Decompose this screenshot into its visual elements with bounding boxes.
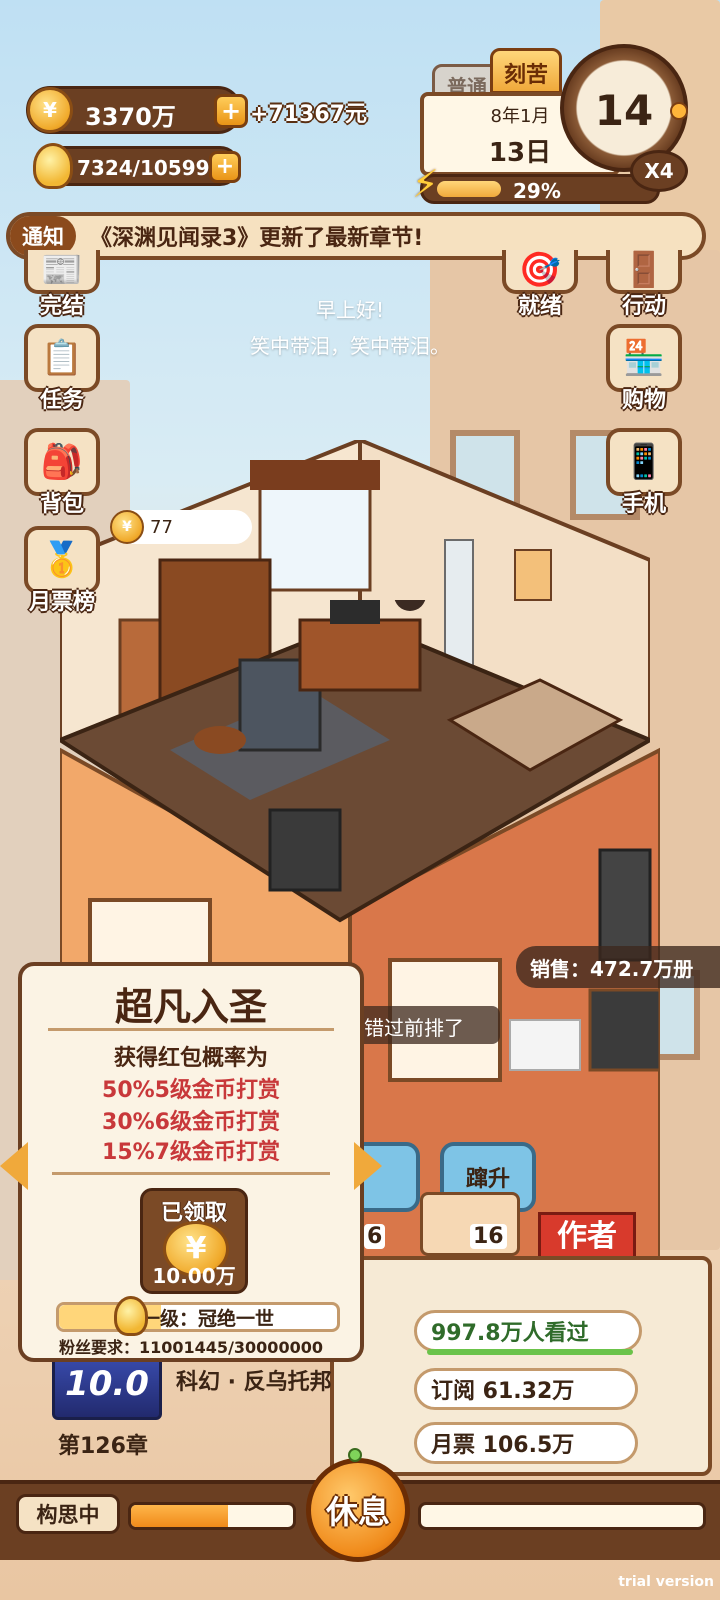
- menu-label: 月票榜: [28, 590, 95, 615]
- add-energy-button[interactable]: +: [209, 151, 241, 183]
- reward-line: 30%6级金币打赏: [102, 1110, 280, 1135]
- day-progress-percent: 29%: [513, 179, 561, 203]
- menu-action-button[interactable]: 🚪 行动: [600, 250, 688, 320]
- writing-progress-fill: [131, 1505, 229, 1527]
- readers-value: 997.8万人看过: [431, 1321, 589, 1346]
- television: [268, 808, 342, 892]
- arrow-left-icon[interactable]: [0, 1142, 28, 1190]
- sales-display: 销售：472.7万册: [516, 946, 720, 988]
- reward-popup: 超凡入圣 获得红包概率为 50%5级金币打赏 30%6级金币打赏 15%7级金币…: [0, 962, 382, 1362]
- book-genre: 科幻 · 反乌托邦: [176, 1370, 332, 1395]
- greeting-text: 早上好! 笑中带泪，笑中带泪。: [200, 292, 500, 364]
- reward-line: 50%5级金币打赏: [102, 1078, 280, 1103]
- menu-label: 完结: [39, 294, 84, 319]
- coin-bubble[interactable]: ¥ 77: [110, 510, 252, 544]
- divider: [48, 1028, 334, 1031]
- lightning-icon: ⚡: [412, 162, 439, 206]
- computer-monitor: [330, 600, 380, 624]
- menu-ready-button[interactable]: 🎯 就绪: [496, 250, 584, 320]
- air-conditioner: [509, 1019, 581, 1071]
- reward-line: 15%7级金币打赏: [102, 1140, 280, 1165]
- desk: [298, 618, 422, 692]
- tab-hard-mode[interactable]: 刻苦: [490, 48, 562, 94]
- menu-label: 背包: [39, 492, 84, 517]
- menu-label: 任务: [39, 388, 84, 413]
- day-number: 14: [594, 86, 654, 135]
- next-level-bar: 下一级：冠绝一世: [56, 1302, 340, 1332]
- secondary-progress-bar: [418, 1502, 706, 1530]
- popup-title: 超凡入圣: [114, 985, 267, 1029]
- add-money-button[interactable]: +: [214, 94, 248, 128]
- notice-text: 《深渊见闻录3》更新了最新章节!: [90, 226, 424, 251]
- money-value: 3370万: [85, 103, 176, 131]
- skill-count: 6: [364, 1224, 386, 1249]
- notification-dot: [348, 1448, 362, 1462]
- monthly-votes-stat: 月票 106.5万: [414, 1422, 638, 1464]
- coin-icon: ¥: [110, 510, 144, 544]
- energy-display: 7324/10599 +: [33, 143, 241, 189]
- reward-intro: 获得红包概率为: [113, 1046, 268, 1071]
- coin-bubble-count: 77: [150, 516, 173, 538]
- greeting-line: 笑中带泪，笑中带泪。: [250, 334, 450, 358]
- menu-label: 就绪: [517, 294, 562, 319]
- lightbulb-icon: [33, 143, 73, 189]
- coin-icon: ¥: [27, 87, 73, 133]
- claim-amount: 10.00万: [152, 1264, 236, 1288]
- rest-button[interactable]: 休息: [306, 1458, 410, 1562]
- menu-label: 手机: [621, 492, 666, 517]
- writer-character: [394, 600, 426, 611]
- readers-stat: 997.8万人看过: [414, 1310, 642, 1355]
- menu-shop-button[interactable]: 🏪 购物: [600, 324, 688, 414]
- menu-backpack-button[interactable]: 🎒 背包: [18, 428, 106, 518]
- lightbulb-icon: [114, 1296, 148, 1336]
- subscriptions-stat: 订阅 61.32万: [414, 1368, 638, 1410]
- menu-label: 行动: [621, 294, 666, 319]
- money-gain: +71367元: [250, 102, 367, 127]
- energy-value: 7324/10599: [77, 156, 210, 180]
- claim-reward-button[interactable]: 已领取 ¥ 10.00万: [140, 1188, 248, 1294]
- menu-monthly-ranking-button[interactable]: 🥇 月票榜: [18, 526, 106, 616]
- writing-status: 构思中: [16, 1494, 120, 1534]
- trial-watermark: trial version: [618, 1574, 714, 1590]
- menu-tasks-button[interactable]: 📋 任务: [18, 324, 106, 414]
- speed-button[interactable]: X4: [630, 150, 688, 192]
- sun-icon: [670, 102, 688, 120]
- day-progress-fill: [437, 181, 501, 197]
- day-progress-bar: 29%: [420, 174, 660, 204]
- fans-requirement: 粉丝要求：11001445/30000000: [59, 1338, 323, 1357]
- character-speech-bubble: 错过前排了: [340, 1006, 500, 1044]
- book-info-panel: 997.8万人看过 订阅 61.32万 月票 106.5万: [330, 1256, 712, 1476]
- wall-poster: [514, 549, 552, 601]
- chapter-label: 第126章: [58, 1434, 148, 1459]
- room-floor: [60, 600, 650, 923]
- arrow-right-icon[interactable]: [354, 1142, 382, 1190]
- menu-phone-button[interactable]: 📱 手机: [600, 428, 688, 518]
- greeting-line: 早上好!: [315, 298, 385, 322]
- writing-count: 16: [470, 1224, 507, 1249]
- menu-completed-button[interactable]: 📰 完结: [18, 250, 106, 320]
- divider: [52, 1172, 330, 1175]
- money-display: ¥ 3370万 +: [26, 86, 248, 134]
- window-curtain: [250, 460, 380, 490]
- pet-dog: [194, 726, 246, 754]
- readers-bar: [427, 1349, 633, 1355]
- wall-tv: [588, 988, 660, 1072]
- writing-progress-bar: [128, 1502, 296, 1530]
- menu-label: 购物: [621, 388, 666, 413]
